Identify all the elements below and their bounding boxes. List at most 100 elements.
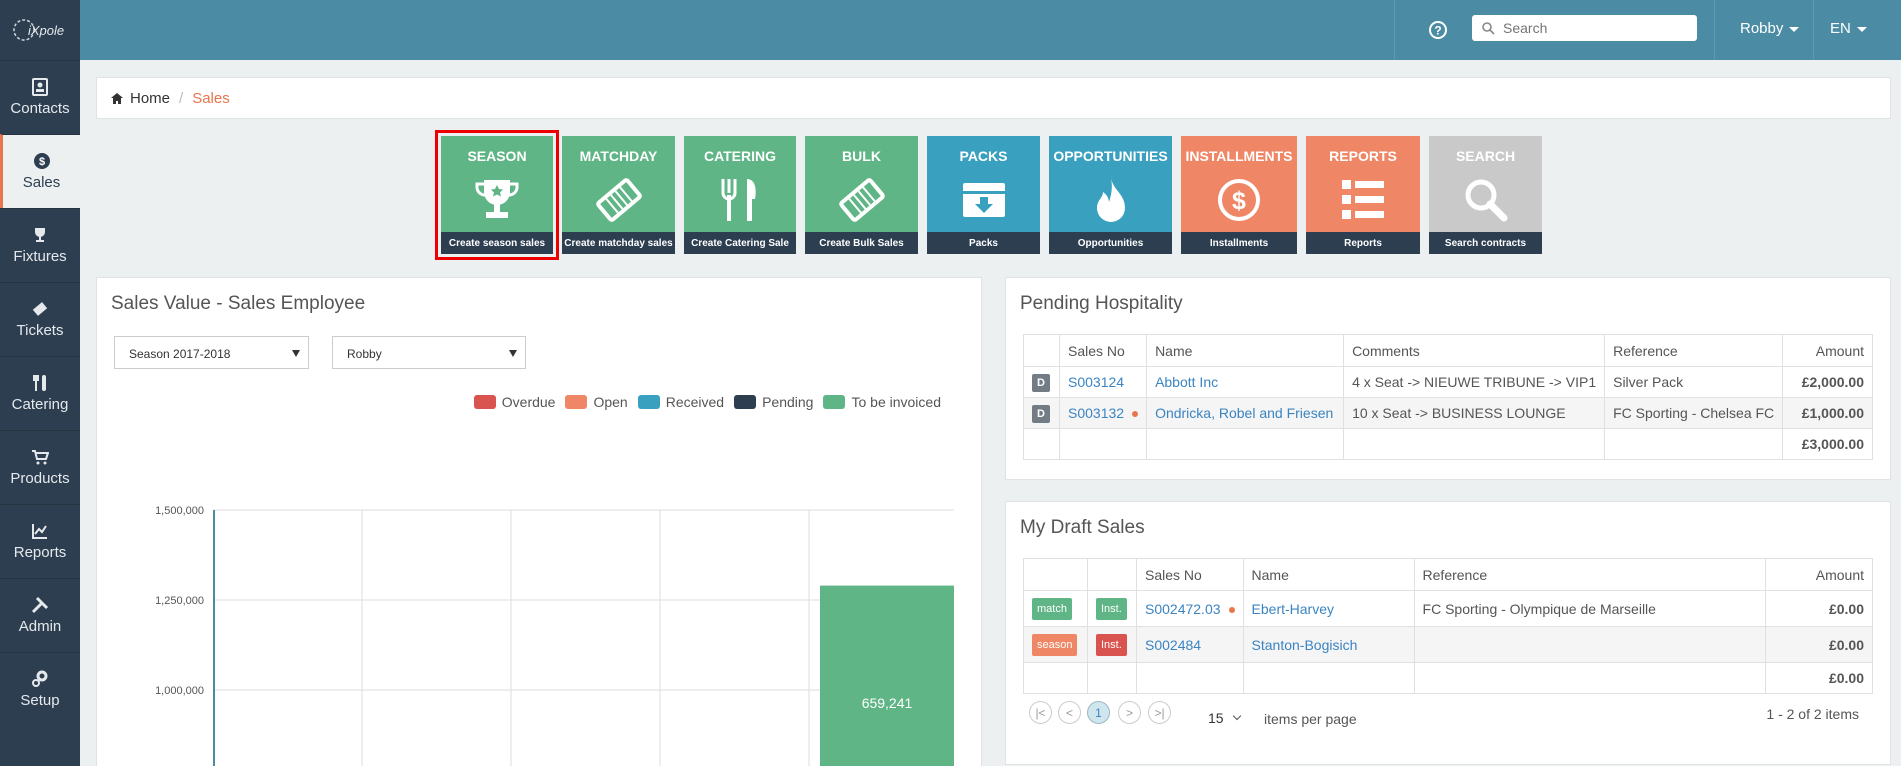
tile-bulk[interactable]: BULK Create Bulk Sales [805, 136, 918, 254]
legend-item[interactable]: To be invoiced [823, 394, 941, 410]
tile-search[interactable]: SEARCH Search contracts [1429, 136, 1542, 254]
name-link[interactable]: Ondricka, Robel and Friesen [1155, 405, 1333, 421]
dollar-icon: $ [33, 153, 50, 169]
sidebar-item-setup[interactable]: Setup [0, 652, 80, 726]
breadcrumb-home[interactable]: Home [130, 90, 170, 107]
column-header [1087, 558, 1137, 591]
sidebar-item-catering[interactable]: Catering [0, 356, 80, 430]
tile-title: PACKS [959, 148, 1008, 164]
tile-title: INSTALLMENTS [1185, 148, 1293, 164]
sidebar-item-reports[interactable]: Reports [0, 504, 80, 578]
chart-icon [32, 524, 47, 539]
sidebar-item-admin[interactable]: Admin [0, 578, 80, 652]
legend-label: Open [593, 394, 628, 410]
svg-text:$: $ [38, 156, 44, 168]
ticket-icon [595, 178, 642, 222]
sale-type-badge: season [1032, 633, 1078, 656]
sidebar-item-tickets[interactable]: Tickets [0, 282, 80, 356]
per-page-select[interactable]: 15 [1208, 710, 1241, 726]
table-row[interactable]: match Inst. S002472.03 Ebert-Harvey FC S… [1023, 590, 1874, 627]
legend-label: Pending [762, 394, 814, 410]
pager-summary: 1 - 2 of 2 items [1766, 706, 1859, 722]
column-header[interactable]: Reference [1413, 558, 1766, 591]
pager-last-button[interactable]: >| [1148, 701, 1171, 724]
pager-page-1[interactable]: 1 [1087, 701, 1110, 724]
reference-cell: FC Sporting - Olympique de Marseille [1413, 590, 1766, 627]
sidebar-item-label: Admin [18, 618, 62, 635]
pager-prev-button[interactable]: < [1058, 701, 1081, 724]
name-link[interactable]: Abbott Inc [1155, 374, 1218, 390]
cart-icon [32, 450, 49, 465]
employee-select[interactable]: Robby [332, 336, 526, 369]
sales-no-link[interactable]: S002472.03 [1145, 601, 1221, 617]
sidebar-item-contacts[interactable]: Contacts [0, 60, 80, 134]
table-row[interactable]: D S003124 Abbott Inc 4 x Seat -> NIEUWE … [1023, 366, 1873, 398]
column-header[interactable]: Name [1146, 334, 1345, 367]
tile-title: REPORTS [1329, 148, 1397, 164]
sidebar-item-label: Tickets [16, 322, 64, 339]
sidebar-item-sales[interactable]: $ Sales [0, 134, 80, 208]
pager-next-button[interactable]: > [1118, 701, 1141, 724]
tile-title: SEARCH [1455, 148, 1516, 164]
name-link[interactable]: Ebert-Harvey [1252, 601, 1334, 617]
amount-cell: £1,000.00 [1782, 397, 1873, 429]
help-icon: ? [1429, 21, 1447, 39]
column-header[interactable]: Sales No [1058, 334, 1148, 367]
tile-packs[interactable]: PACKS Packs [927, 136, 1040, 254]
user-menu[interactable]: Robby [1740, 20, 1800, 37]
name-link[interactable]: Stanton-Bogisich [1252, 637, 1358, 653]
table-row[interactable]: season Inst. S002484 Stanton-Bogisich £0… [1023, 626, 1874, 663]
sidebar-item-label: Sales [22, 174, 61, 191]
search-box[interactable] [1472, 15, 1697, 41]
tile-catering[interactable]: CATERING Create Catering Sale [684, 136, 796, 254]
sidebar-item-label: Setup [20, 692, 60, 709]
sidebar-item-label: Products [10, 470, 70, 487]
y-tick-label: 1,000,000 [155, 685, 204, 697]
app-logo[interactable]: iXpole [0, 0, 80, 60]
legend-item[interactable]: Overdue [473, 394, 556, 410]
table-row[interactable]: D S003132 Ondricka, Robel and Friesen 10… [1023, 397, 1873, 429]
tile-title: SEASON [467, 148, 527, 164]
gears-icon [32, 670, 48, 687]
sidebar-item-label: Reports [13, 544, 67, 561]
legend-item[interactable]: Received [637, 394, 724, 410]
tile-reports[interactable]: REPORTS Reports [1306, 136, 1420, 254]
season-select[interactable]: Season 2017-2018 [114, 336, 309, 369]
tile-season[interactable]: SEASON Create season sales [435, 130, 559, 260]
amount-cell: £0.00 [1764, 626, 1874, 663]
column-header[interactable]: Amount [1764, 558, 1874, 591]
sales-no-link[interactable]: S002484 [1145, 637, 1201, 653]
status-dot [1132, 411, 1139, 418]
column-header[interactable]: Amount [1782, 334, 1873, 367]
column-header[interactable]: Comments [1343, 334, 1606, 367]
ticket-icon [838, 178, 885, 222]
tile-caption: Opportunities [1049, 232, 1172, 254]
legend-item[interactable]: Open [565, 394, 628, 410]
legend-item[interactable]: Pending [734, 394, 813, 410]
sales-no-link[interactable]: S003132 [1068, 405, 1124, 421]
help-button[interactable]: ? [1426, 18, 1450, 42]
legend-label: Overdue [501, 394, 556, 410]
sales-no-link[interactable]: S003124 [1068, 374, 1124, 390]
sidebar-item-products[interactable]: Products [0, 430, 80, 504]
column-header[interactable]: Reference [1604, 334, 1784, 367]
sidebar-item-label: Catering [11, 396, 69, 413]
language-menu[interactable]: EN [1830, 20, 1867, 37]
tile-opportunities[interactable]: OPPORTUNITIES Opportunities [1049, 136, 1172, 254]
season-select-value: Season 2017-2018 [129, 347, 231, 361]
y-tick-label: 1,500,000 [155, 505, 204, 517]
fire-icon [1096, 178, 1125, 222]
breadcrumb-separator: / [179, 89, 184, 107]
legend-label: To be invoiced [851, 394, 941, 410]
tile-matchday[interactable]: MATCHDAY Create matchday sales [562, 136, 675, 254]
search-input[interactable] [1503, 20, 1683, 36]
pager-first-button[interactable]: |< [1029, 701, 1052, 724]
column-header[interactable]: Name [1242, 558, 1415, 591]
search-icon [1465, 179, 1507, 222]
column-header[interactable]: Sales No [1136, 558, 1244, 591]
legend-swatch [734, 395, 757, 409]
user-name: Robby [1740, 20, 1784, 37]
tile-installments[interactable]: INSTALLMENTS $ Installments [1181, 136, 1297, 254]
legend-swatch [473, 395, 496, 409]
sidebar-item-fixtures[interactable]: Fixtures [0, 208, 80, 282]
